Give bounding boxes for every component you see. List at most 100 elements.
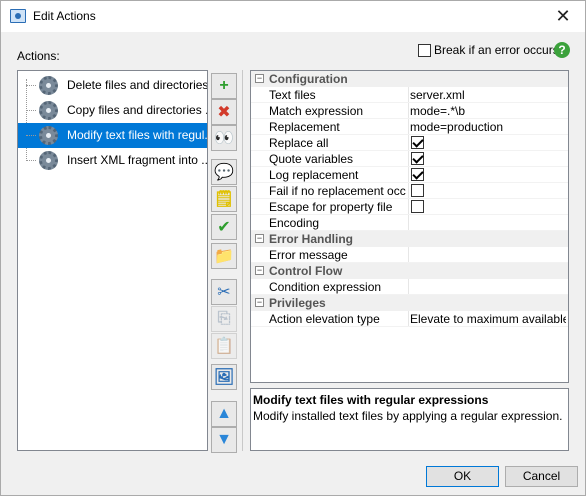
action-label: Delete files and directories...	[67, 78, 208, 92]
section-label: Configuration	[269, 72, 348, 86]
column-divider	[408, 199, 409, 215]
property-row[interactable]: Encoding	[251, 215, 568, 231]
row-separator	[251, 326, 568, 327]
column-divider	[408, 279, 409, 295]
copy-button[interactable]: ⎘	[211, 306, 237, 332]
description-title: Modify text files with regular expressio…	[253, 393, 489, 407]
scissors-icon: ✂	[217, 284, 231, 301]
property-value[interactable]: mode=.*\b	[410, 104, 566, 118]
break-on-error-checkbox[interactable]: Break if an error occurs	[418, 43, 559, 57]
folder-icon: 📁	[214, 248, 234, 265]
copy-icon: ⎘	[217, 310, 231, 327]
property-row[interactable]: Quote variables	[251, 151, 568, 167]
actions-list[interactable]: Delete files and directories... Copy file…	[17, 70, 208, 451]
section-label: Control Flow	[269, 264, 343, 278]
property-row[interactable]: Replace all	[251, 135, 568, 151]
delete-action-button[interactable]: ✖	[211, 99, 237, 125]
comment-button[interactable]: 💬	[211, 159, 237, 185]
plus-icon: +	[219, 77, 229, 94]
collapse-icon[interactable]: −	[255, 234, 264, 243]
property-checkbox[interactable]	[411, 168, 424, 181]
find-action-button[interactable]: 👀	[211, 125, 237, 151]
action-label: Copy files and directories ...	[67, 103, 208, 117]
property-checkbox[interactable]	[411, 152, 424, 165]
property-name: Text files	[269, 88, 316, 102]
column-divider	[408, 151, 409, 167]
move-up-button[interactable]: ▲	[211, 401, 237, 427]
property-section[interactable]: − Error Handling	[251, 231, 568, 247]
comment-icon: 💬	[214, 164, 234, 181]
property-name: Fail if no replacement occ...	[269, 184, 406, 198]
property-value[interactable]: mode=production	[410, 120, 566, 134]
property-row[interactable]: Match expression mode=.*\b	[251, 103, 568, 119]
property-row[interactable]: Log replacement	[251, 167, 568, 183]
column-divider	[408, 119, 409, 135]
property-name: Match expression	[269, 104, 364, 118]
break-on-error-label: Break if an error occurs	[434, 43, 559, 57]
property-name: Escape for property file	[269, 200, 393, 214]
enable-button[interactable]: ✔	[211, 214, 237, 240]
note-button[interactable]: 🗒	[211, 186, 237, 212]
property-value[interactable]: Elevate to maximum available...	[410, 312, 566, 326]
property-checkbox[interactable]	[411, 184, 424, 197]
column-divider	[408, 215, 409, 231]
move-down-button[interactable]: ▼	[211, 427, 237, 453]
tree-branch	[26, 110, 36, 111]
property-row[interactable]: Replacement mode=production	[251, 119, 568, 135]
property-row[interactable]: Error message	[251, 247, 568, 263]
help-icon[interactable]: ?	[554, 42, 570, 58]
cut-button[interactable]: ✂	[211, 279, 237, 305]
column-divider	[408, 135, 409, 151]
gear-icon	[39, 151, 58, 170]
property-section[interactable]: − Control Flow	[251, 263, 568, 279]
action-list-item[interactable]: Copy files and directories ...	[18, 98, 207, 123]
property-checkbox[interactable]	[411, 200, 424, 213]
gear-icon	[39, 76, 58, 95]
sticky-note-icon: 🗒	[213, 191, 235, 208]
action-label: Insert XML fragment into ...	[67, 153, 208, 167]
property-name: Action elevation type	[269, 312, 380, 326]
tree-branch	[26, 135, 36, 136]
action-list-item[interactable]: Insert XML fragment into ...	[18, 148, 207, 173]
collapse-icon[interactable]: −	[255, 298, 264, 307]
property-row[interactable]: Condition expression	[251, 279, 568, 295]
property-name: Quote variables	[269, 152, 354, 166]
gear-icon	[39, 126, 58, 145]
ok-button[interactable]: OK	[426, 466, 499, 487]
cancel-button[interactable]: Cancel	[505, 466, 578, 487]
checkbox-box[interactable]	[418, 43, 431, 57]
window-title: Edit Actions	[33, 9, 96, 23]
property-value[interactable]: server.xml	[410, 88, 566, 102]
property-section[interactable]: − Privileges	[251, 295, 568, 311]
add-action-button[interactable]: +	[211, 73, 237, 99]
image-button[interactable]: 🖼	[211, 364, 237, 390]
property-row[interactable]: Escape for property file	[251, 199, 568, 215]
action-list-item[interactable]: Delete files and directories...	[18, 73, 207, 98]
property-name: Replacement	[269, 120, 340, 134]
vertical-divider	[242, 70, 243, 451]
property-grid[interactable]: − Configuration Text files server.xml Match …	[250, 70, 569, 383]
paste-button[interactable]: 📋	[211, 333, 237, 359]
binoculars-icon: 👀	[214, 130, 234, 147]
actions-label: Actions:	[17, 49, 60, 63]
property-name: Replace all	[269, 136, 329, 150]
collapse-icon[interactable]: −	[255, 74, 264, 83]
property-name: Log replacement	[269, 168, 359, 182]
property-row[interactable]: Text files server.xml	[251, 87, 568, 103]
close-icon[interactable]: ✕	[541, 1, 585, 32]
collapse-icon[interactable]: −	[255, 266, 264, 275]
description-text: Modify installed text files by applying …	[253, 409, 563, 423]
tree-branch	[26, 160, 36, 161]
property-name: Condition expression	[269, 280, 382, 294]
property-section[interactable]: − Configuration	[251, 71, 568, 87]
property-row[interactable]: Action elevation type Elevate to maximum …	[251, 311, 568, 327]
folder-button[interactable]: 📁	[211, 243, 237, 269]
action-list-item[interactable]: Modify text files with regul...	[18, 123, 207, 148]
column-divider	[408, 103, 409, 119]
property-name: Encoding	[269, 216, 320, 230]
action-label: Modify text files with regul...	[67, 128, 208, 142]
property-checkbox[interactable]	[411, 136, 424, 149]
property-row[interactable]: Fail if no replacement occ...	[251, 183, 568, 199]
section-label: Error Handling	[269, 232, 354, 246]
app-icon	[10, 9, 26, 23]
